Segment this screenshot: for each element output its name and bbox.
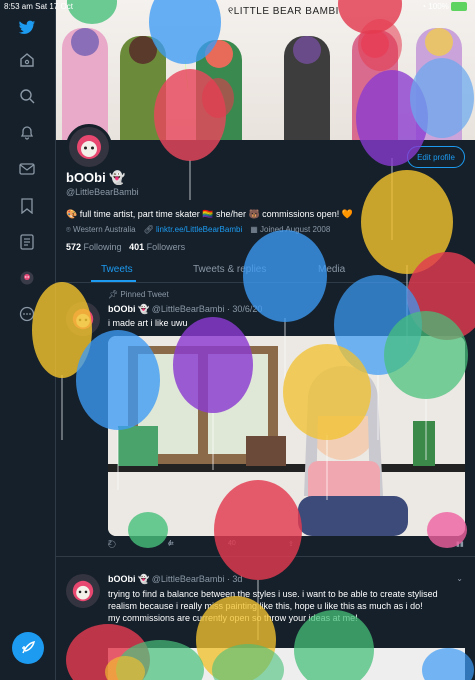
like-count: 40	[228, 540, 236, 547]
location-pin-icon: ⌾	[66, 225, 74, 234]
search-icon[interactable]	[17, 86, 37, 106]
profile-link[interactable]: 🔗︎ linktr.ee/LittleBearBambi	[144, 225, 243, 235]
tweet-author: bOObi 👻 @LittleBearBambi · 3d	[108, 574, 242, 585]
edit-profile-button[interactable]: Edit profile	[407, 146, 465, 168]
tweet-menu-chevron-icon[interactable]: ⌄	[456, 574, 463, 583]
tweet[interactable]: bOObi 👻 @LittleBearBambi · 3d ⌄ trying t…	[56, 560, 475, 680]
joined-date: ▦ Joined August 2008	[250, 225, 330, 235]
bookmark-icon[interactable]	[17, 196, 37, 216]
tab-tweets-and-replies[interactable]: Tweets & replies	[193, 264, 266, 275]
location-text: Western Australia	[73, 225, 136, 234]
joined-text: Joined August 2008	[260, 225, 331, 234]
pinned-text: Pinned Tweet	[120, 290, 169, 299]
battery-icon	[451, 2, 467, 12]
profile-link-text[interactable]: linktr.ee/LittleBearBambi	[156, 225, 242, 234]
banner-character	[62, 28, 108, 140]
lists-icon[interactable]	[17, 232, 37, 252]
profile-banner: ୧LITTLE BEAR BAMBI	[56, 0, 475, 140]
retweet-count: 4	[168, 540, 172, 547]
status-time-date: 8:53 am Sat 17 Oct	[4, 2, 73, 11]
following-label: Following	[83, 242, 122, 252]
share-icon: ⇪	[288, 541, 294, 548]
tweet-text-body: trying to find a balance between the sty…	[108, 589, 438, 611]
banner-character	[284, 36, 330, 140]
tab-tweets[interactable]: Tweets	[101, 264, 133, 275]
tweet-avatar[interactable]	[66, 574, 100, 608]
status-battery: ◔ 100%	[421, 2, 467, 12]
tweet-text: i made art i like uwu	[108, 318, 188, 328]
tweet-media-image[interactable]	[108, 648, 465, 680]
following-link[interactable]: 572 Following	[66, 242, 122, 252]
tweet-handle-date: @LittleBearBambi · 3d	[151, 574, 243, 584]
following-count: 572	[66, 242, 82, 252]
messages-envelope-icon[interactable]	[17, 159, 37, 179]
status-bar: 8:53 am Sat 17 Oct ◔ 100%	[0, 0, 475, 14]
banner-character	[196, 40, 242, 140]
tab-media[interactable]: Media	[318, 264, 345, 275]
profile-meta: ⌾ Western Australia 🔗︎ linktr.ee/LittleB…	[66, 225, 330, 235]
active-tab-indicator	[91, 280, 136, 282]
link-icon: 🔗︎	[143, 225, 156, 234]
profile-main: ୧LITTLE BEAR BAMBI Edit profile bOObi 👻 …	[56, 0, 475, 680]
notifications-bell-icon[interactable]	[17, 122, 37, 142]
follow-counts: 572 Following 401 Followers	[66, 242, 185, 252]
followers-label: Followers	[146, 242, 186, 252]
twitter-bird-icon[interactable]	[17, 18, 37, 38]
banner-character	[352, 30, 398, 140]
profile-tabs: Tweets Tweets & replies Media	[56, 258, 475, 283]
reply-count: 2	[108, 540, 112, 547]
profile-bio: 🎨 full time artist, part time skater 🏳️‍…	[66, 209, 353, 219]
tweet-author-name: bOObi 👻	[108, 304, 150, 314]
profile-handle: @LittleBearBambi	[66, 187, 139, 197]
compose-tweet-button[interactable]	[12, 632, 44, 664]
followers-link[interactable]: 401 Followers	[129, 242, 185, 252]
tweet-text-body-2: my commissions are currently open so thr…	[108, 613, 358, 623]
analytics-icon: ▮▮	[456, 541, 464, 548]
wifi-icon: ◔	[421, 2, 427, 11]
profile-name: bOObi 👻	[66, 170, 126, 185]
pin-icon: 📌︎	[108, 290, 121, 299]
profile-avatar-icon[interactable]	[17, 268, 37, 288]
tweet-author: bOObi 👻 @LittleBearBambi · 30/6/20	[108, 304, 262, 315]
tweet[interactable]: 📌︎ Pinned Tweet bOObi 👻 @LittleBearBambi…	[56, 284, 475, 557]
tweet-text: trying to find a balance between the sty…	[108, 588, 458, 624]
tweet-media-image[interactable]	[108, 336, 465, 536]
sidebar	[0, 0, 56, 680]
tweet-actions: ◯ 2 ⇄ 4 ♡ 40 ⇪ ▮▮	[108, 540, 465, 552]
more-icon[interactable]	[17, 304, 37, 324]
battery-percent: 100%	[428, 2, 449, 11]
location: ⌾ Western Australia	[66, 225, 136, 235]
profile-avatar[interactable]	[66, 124, 112, 170]
followers-count: 401	[129, 242, 145, 252]
compose-tweet-icon	[22, 640, 36, 654]
banner-character	[416, 28, 462, 140]
calendar-icon: ▦	[250, 225, 261, 234]
banner-character	[120, 36, 166, 140]
tweet-avatar[interactable]	[66, 302, 100, 336]
tweet-handle-date: @LittleBearBambi · 30/6/20	[151, 304, 263, 314]
pinned-label: 📌︎ Pinned Tweet	[108, 290, 169, 299]
home-icon[interactable]	[17, 50, 37, 70]
tweet-author-name: bOObi 👻	[108, 574, 150, 584]
